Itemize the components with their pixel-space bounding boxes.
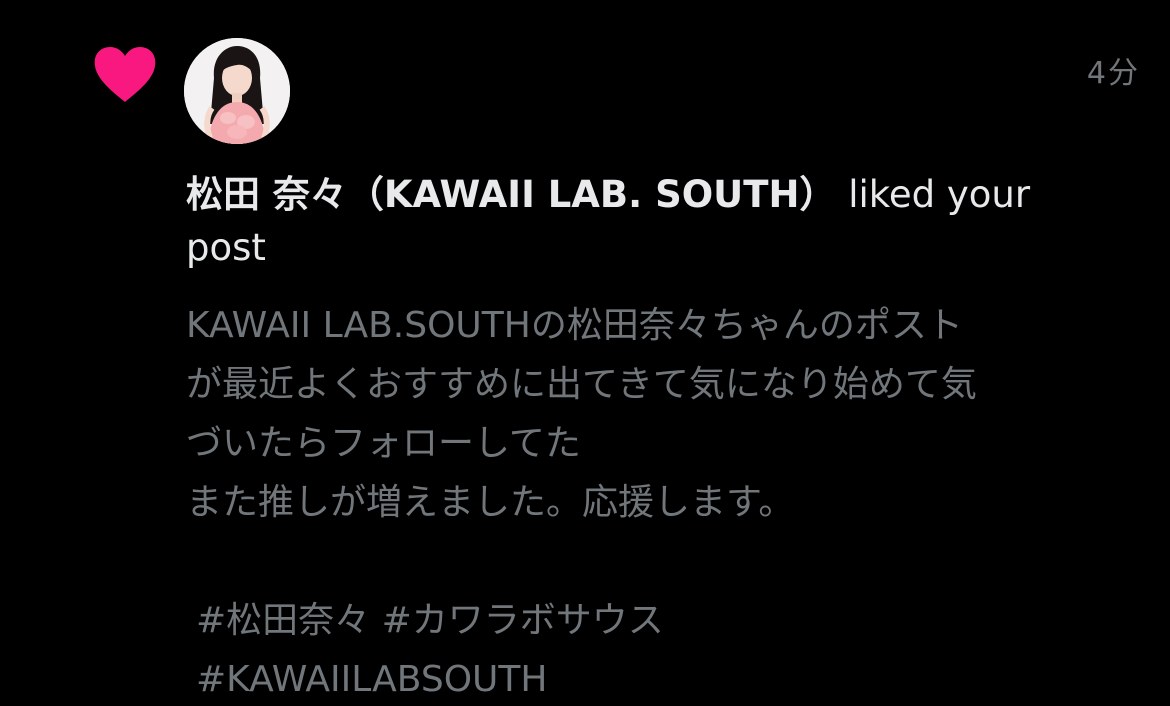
- post-text-line: また推しが増えました。応援します。: [186, 482, 795, 523]
- post-text-line: づいたらフォローしてた: [186, 423, 581, 464]
- hashtag-link[interactable]: #KAWAIILABSOUTH: [196, 659, 547, 700]
- heart-icon: [94, 47, 156, 102]
- hashtags-row: #KAWAIILABSOUTH: [186, 650, 1146, 706]
- post-blank-line: [186, 532, 1146, 591]
- avatar-photo: [184, 38, 290, 144]
- post-text-line: KAWAII LAB.SOUTHの松田奈々ちゃんのポスト: [186, 305, 963, 346]
- timestamp: 4分: [1086, 56, 1140, 91]
- hashtags-row: #松田奈々 #カワラボサウス: [186, 591, 1146, 650]
- notification-headline: 松田 奈々（KAWAII LAB. SOUTH） liked your post: [186, 168, 1086, 274]
- post-preview[interactable]: KAWAII LAB.SOUTHの松田奈々ちゃんのポスト が最近よくおすすめに出…: [186, 296, 1146, 706]
- post-text-line: が最近よくおすすめに出てきて気になり始めて気: [186, 364, 977, 405]
- user-name-link[interactable]: 松田 奈々（KAWAII LAB. SOUTH）: [186, 173, 836, 216]
- hashtag-link[interactable]: #カワラボサウス: [382, 600, 664, 641]
- like-notification[interactable]: 4分 松田 奈々（KAWAII LAB. SOUTH） liked your p…: [0, 0, 1170, 706]
- avatar[interactable]: [184, 38, 290, 144]
- hashtag-link[interactable]: #松田奈々: [196, 600, 370, 641]
